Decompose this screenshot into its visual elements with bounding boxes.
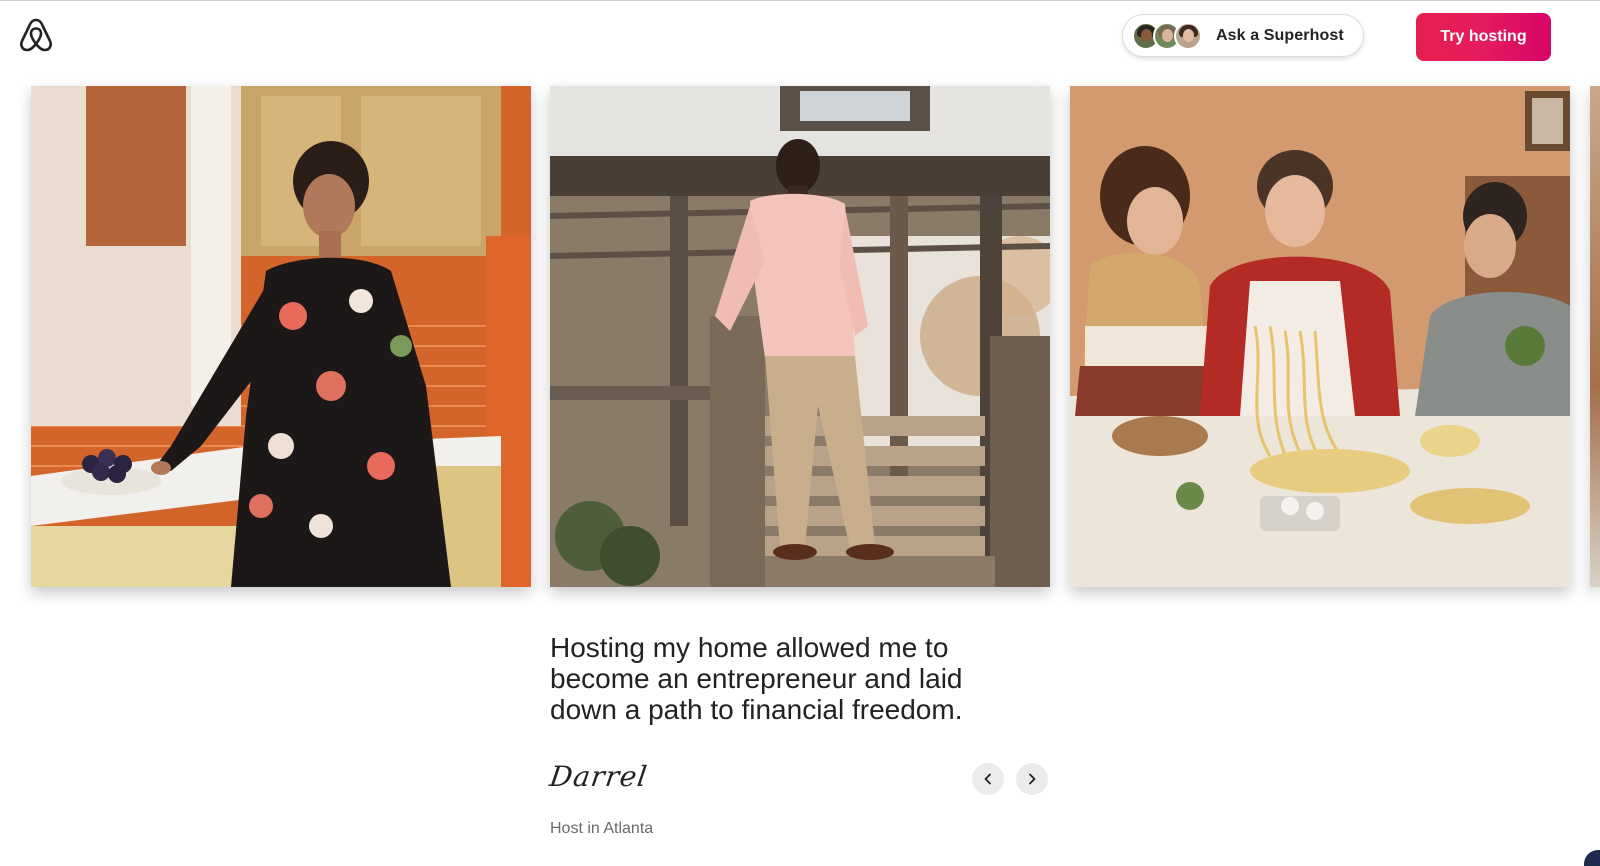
try-hosting-button[interactable]: Try hosting <box>1416 13 1551 61</box>
ask-superhost-label: Ask a Superhost <box>1216 26 1344 44</box>
window-corner <box>1584 850 1600 866</box>
testimonial-quote: Hosting my home allowed me to become an … <box>550 632 963 725</box>
next-slide-photo-partial <box>1590 86 1600 587</box>
carousel-prev-button[interactable] <box>972 763 1004 795</box>
chevron-right-icon <box>1029 773 1036 785</box>
host-location: Host in Atlanta <box>550 820 654 837</box>
family-making-pasta-photo <box>1070 86 1570 587</box>
ask-superhost-button[interactable]: Ask a Superhost <box>1122 14 1364 57</box>
carousel-next-button[interactable] <box>1016 763 1048 795</box>
airbnb-logo-icon[interactable] <box>18 16 54 54</box>
woman-in-kitchen-photo <box>31 86 531 587</box>
chevron-left-icon <box>984 773 991 785</box>
page: Ask a Superhost Try hosting Hosting my h… <box>0 0 1600 866</box>
superhost-avatars <box>1132 21 1202 50</box>
host-signature: Darrel <box>547 760 650 793</box>
avatar <box>1174 21 1202 50</box>
top-divider <box>0 0 1600 1</box>
man-on-porch-photo <box>550 86 1050 587</box>
